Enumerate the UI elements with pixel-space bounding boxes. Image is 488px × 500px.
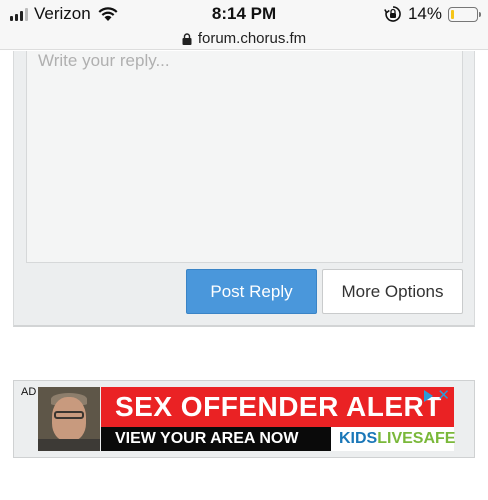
ad-subline-bar[interactable]: VIEW YOUR AREA NOW [101, 427, 331, 451]
ad-brand-logo[interactable]: KIDSLIVESAFE [331, 427, 455, 451]
battery-icon [448, 6, 481, 22]
battery-percent: 14% [407, 4, 442, 23]
url-text[interactable]: forum.chorus.fm [198, 30, 306, 47]
rotation-lock-icon [384, 6, 401, 22]
ad-label: AD [21, 386, 37, 398]
more-options-button[interactable]: More Options [322, 269, 463, 314]
ad-close-icon[interactable]: ✕ [437, 388, 450, 403]
reply-textarea[interactable]: Write your reply... [26, 51, 463, 263]
reply-placeholder: Write your reply... [38, 51, 170, 70]
address-bar[interactable]: forum.chorus.fm [0, 28, 488, 50]
ad-subline: VIEW YOUR AREA NOW [115, 430, 299, 447]
ad-brand-part2: LIVESAFE [377, 430, 456, 447]
ad-headline: SEX OFFENDER ALERT [115, 391, 442, 422]
reply-panel: Write your reply... Post Reply More Opti… [13, 51, 475, 327]
status-right: 14% [384, 4, 481, 24]
ad-brand-part1: KIDS [339, 430, 378, 447]
battery-fill [451, 9, 454, 19]
status-bar: Verizon 8:14 PM 14% [0, 0, 488, 28]
lock-icon [182, 32, 192, 45]
post-reply-button[interactable]: Post Reply [186, 269, 317, 314]
ad-banner[interactable]: AD SEX OFFENDER ALERT ✕ VIEW YOUR AREA N… [13, 380, 475, 458]
ad-choices[interactable]: ✕ [424, 388, 450, 403]
ad-photo[interactable] [38, 387, 100, 451]
ad-headline-bar[interactable]: SEX OFFENDER ALERT ✕ [101, 387, 454, 427]
ad-choices-icon[interactable] [424, 390, 434, 402]
ad-brand-text: KIDSLIVESAFE [339, 430, 455, 448]
